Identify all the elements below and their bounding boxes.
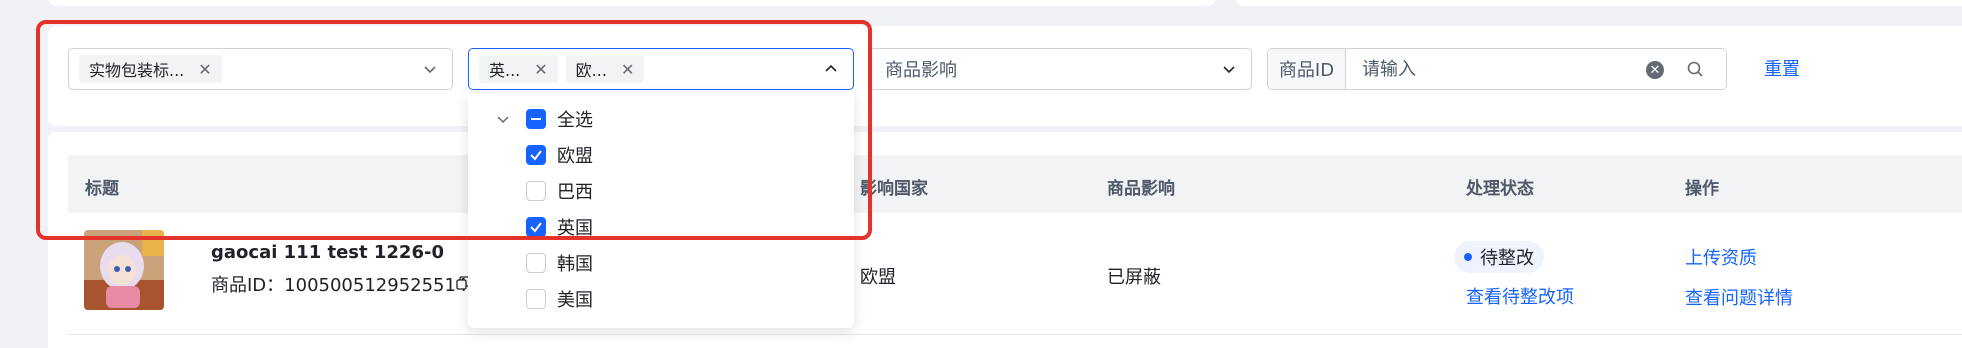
checkbox-unchecked[interactable] [526,289,546,309]
country-tag-label: 欧... [575,61,607,80]
top-card-right [1236,0,1962,6]
close-icon[interactable]: ✕ [198,60,211,79]
product-id-search: 商品ID ✕ [1267,48,1727,90]
close-icon[interactable]: ✕ [621,60,634,79]
country-cell: 欧盟 [860,267,896,288]
dropdown-option-usa[interactable]: 美国 [526,284,593,314]
clear-icon[interactable]: ✕ [1646,61,1664,79]
dropdown-option-brazil[interactable]: 巴西 [526,176,593,206]
checkbox-checked[interactable] [526,145,546,165]
country-select[interactable]: 英... ✕ 欧... ✕ [468,48,854,90]
impact-cell: 已屏蔽 [1107,267,1161,288]
search-icon[interactable] [1686,60,1704,78]
row-divider [68,334,1962,335]
option-label: 美国 [557,290,593,311]
option-label: 全选 [557,110,593,131]
table-header [68,155,1962,213]
checkbox-unchecked[interactable] [526,181,546,201]
column-header-country: 影响国家 [860,179,928,199]
view-pending-items-link[interactable]: 查看待整改项 [1466,283,1574,309]
column-header-status: 处理状态 [1466,179,1534,199]
top-card-left [48,0,1216,6]
product-title: gaocai 111 test 1226-0 [211,242,444,263]
category-tag-label: 实物包装标... [89,61,185,80]
status-label: 待整改 [1480,248,1534,269]
view-issue-details-link[interactable]: 查看问题详情 [1685,284,1793,310]
option-label: 英国 [557,218,593,239]
product-id-prefix: 商品ID [1268,49,1346,89]
country-tag-label: 英... [489,61,521,80]
country-tag: 欧... ✕ [565,55,645,83]
country-tag: 英... ✕ [479,55,558,83]
category-tag: 实物包装标... ✕ [79,55,222,83]
dropdown-option-select-all[interactable]: 全选 [526,104,593,134]
option-label: 巴西 [557,182,593,203]
option-label: 韩国 [557,254,593,275]
product-id-input[interactable] [1346,49,1726,89]
checkbox-unchecked[interactable] [526,253,546,273]
impact-select-placeholder: 商品影响 [885,60,957,81]
dropdown-option-korea[interactable]: 韩国 [526,248,593,278]
column-header-title: 标题 [85,179,119,199]
impact-select[interactable]: 商品影响 [868,48,1252,90]
product-id-text: 商品ID：1005005129525514 [211,275,468,296]
upload-qualification-link[interactable]: 上传资质 [1685,244,1757,270]
option-label: 欧盟 [557,146,593,167]
checkbox-indeterminate[interactable] [526,109,546,129]
chevron-down-icon [1223,66,1235,74]
column-header-impact: 商品影响 [1107,179,1175,199]
check-icon [530,150,542,161]
status-dot [1464,253,1472,261]
check-icon [530,222,542,233]
checkbox-checked[interactable] [526,217,546,237]
chevron-down-icon [424,66,436,74]
category-select[interactable]: 实物包装标... ✕ [68,48,453,90]
chevron-down-icon[interactable] [496,112,510,126]
status-badge: 待整改 [1454,241,1544,273]
reset-button[interactable]: 重置 [1764,55,1800,81]
dropdown-option-eu[interactable]: 欧盟 [526,140,593,170]
product-thumbnail [84,230,164,310]
chevron-up-icon [825,64,837,72]
dropdown-option-uk[interactable]: 英国 [526,212,593,242]
close-icon[interactable]: ✕ [534,60,547,79]
column-header-actions: 操作 [1685,179,1719,199]
